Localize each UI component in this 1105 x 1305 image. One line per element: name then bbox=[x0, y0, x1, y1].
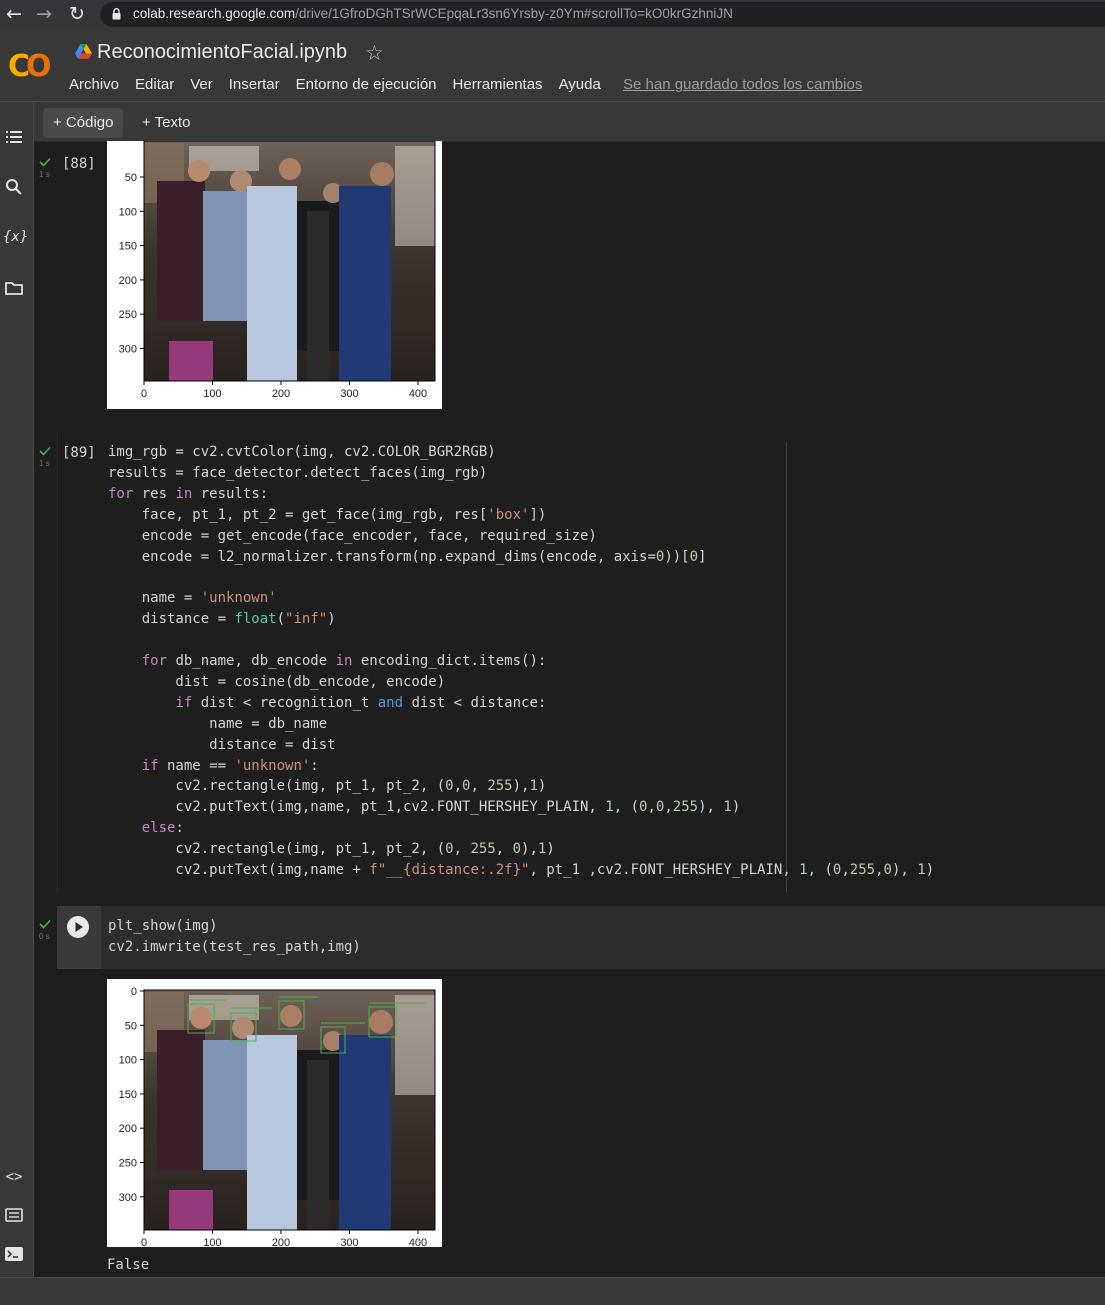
notebook-toolbar: + Código + Texto bbox=[34, 102, 1105, 142]
menu-entorno[interactable]: Entorno de ejecución bbox=[296, 76, 437, 93]
left-rail: {x} <> bbox=[0, 102, 34, 1277]
execution-count: [89] bbox=[62, 445, 96, 461]
x-tick-label: 0 bbox=[141, 388, 147, 400]
y-tick-label: 200 bbox=[119, 1123, 137, 1135]
check-icon bbox=[39, 157, 51, 167]
check-icon bbox=[39, 446, 51, 456]
files-icon[interactable] bbox=[3, 277, 25, 299]
code-line[interactable]: img_rgb = cv2.cvtColor(img, cv2.COLOR_BG… bbox=[108, 442, 496, 463]
code-line[interactable]: cv2.putText(img,name + f"__{distance:.2f… bbox=[108, 860, 934, 881]
code-line[interactable]: cv2.rectangle(img, pt_1, pt_2, (0, 255, … bbox=[108, 839, 554, 860]
add-text-button[interactable]: + Texto bbox=[132, 108, 201, 138]
notebook-title[interactable]: ReconocimientoFacial.ipynb bbox=[97, 41, 347, 64]
plot-image-detected: 0 50 100 150 200 250 300 0 100 200 300 400 bbox=[107, 979, 442, 1249]
photo-gift-bag bbox=[169, 341, 213, 381]
x-tick-label: 200 bbox=[272, 388, 290, 400]
url-host: colab.research.google.com bbox=[133, 6, 296, 21]
y-tick-label: 50 bbox=[125, 172, 137, 184]
add-code-button[interactable]: + Código bbox=[43, 108, 124, 138]
y-tick-label: 150 bbox=[119, 1089, 137, 1101]
code-line[interactable]: face, pt_1, pt_2 = get_face(img_rgb, res… bbox=[108, 505, 547, 526]
y-tick-label: 250 bbox=[119, 309, 137, 321]
y-tick-label: 300 bbox=[119, 1192, 137, 1204]
command-palette-icon[interactable] bbox=[3, 1204, 25, 1226]
menu-archivo[interactable]: Archivo bbox=[69, 76, 119, 93]
plot2-svg: 0 50 100 150 200 250 300 0 100 200 300 400 bbox=[119, 986, 436, 1249]
back-arrow-icon[interactable]: ← bbox=[3, 3, 25, 25]
forward-arrow-icon[interactable]: → bbox=[33, 3, 55, 25]
y-tick-label: 100 bbox=[119, 206, 137, 218]
photo-gift-bag bbox=[169, 1190, 213, 1230]
drive-icon[interactable] bbox=[75, 44, 92, 59]
photo-curtain bbox=[395, 146, 435, 246]
execution-count: [88] bbox=[62, 156, 96, 172]
menu-insertar[interactable]: Insertar bbox=[229, 76, 280, 93]
browser-bar: ← → ↻ colab.research.google.com/drive/1G… bbox=[0, 0, 1105, 29]
menu-ver[interactable]: Ver bbox=[190, 76, 213, 93]
menu-bar: Archivo Editar Ver Insertar Entorno de e… bbox=[69, 76, 617, 93]
search-icon[interactable] bbox=[3, 176, 25, 198]
photo-curtain bbox=[395, 995, 435, 1095]
terminal-icon[interactable] bbox=[3, 1243, 25, 1265]
code-line[interactable]: plt_show(img) bbox=[108, 916, 218, 937]
code-line[interactable]: results = face_detector.detect_faces(img… bbox=[108, 463, 487, 484]
plot-image-original: 50 100 150 200 250 300 0 100 200 300 400 bbox=[107, 140, 442, 409]
bottom-bar bbox=[0, 1277, 1105, 1305]
code-snippets-icon[interactable]: <> bbox=[3, 1166, 25, 1188]
code-line[interactable]: dist = cosine(db_encode, encode) bbox=[108, 672, 445, 693]
y-tick-label: 250 bbox=[119, 1158, 137, 1170]
variables-icon[interactable]: {x} bbox=[3, 226, 28, 248]
x-tick-label: 400 bbox=[409, 1237, 427, 1249]
code-line[interactable]: if dist < recognition_t and dist < dista… bbox=[108, 693, 546, 714]
x-tick-label: 100 bbox=[203, 1237, 221, 1249]
x-tick-label: 300 bbox=[340, 388, 358, 400]
code-line[interactable]: else: bbox=[108, 818, 184, 839]
code-line[interactable]: distance = dist bbox=[108, 735, 335, 756]
execution-time: 0 s bbox=[39, 932, 50, 941]
code-line[interactable]: name = db_name bbox=[108, 714, 327, 735]
code-line[interactable]: cv2.imwrite(test_res_path,img) bbox=[108, 937, 361, 958]
x-tick-label: 0 bbox=[141, 1237, 147, 1249]
execution-time: 1 s bbox=[39, 459, 50, 468]
code-line[interactable]: distance = float("inf") bbox=[108, 609, 336, 630]
menu-ayuda[interactable]: Ayuda bbox=[559, 76, 601, 93]
code-line[interactable]: encode = l2_normalizer.transform(np.expa… bbox=[108, 547, 707, 568]
y-tick-label: 100 bbox=[119, 1055, 137, 1067]
x-tick-label: 100 bbox=[203, 388, 221, 400]
cell-output-text: False bbox=[107, 1257, 150, 1273]
code-line[interactable]: name = 'unknown' bbox=[108, 588, 277, 609]
menu-herramientas[interactable]: Herramientas bbox=[453, 76, 543, 93]
y-tick-label: 50 bbox=[125, 1020, 137, 1032]
code-line[interactable]: encode = get_encode(face_encoder, face, … bbox=[108, 526, 597, 547]
y-tick-label: 200 bbox=[119, 275, 137, 287]
url-text: colab.research.google.com/drive/1GfroDGh… bbox=[133, 6, 733, 21]
y-tick-label: 150 bbox=[119, 241, 137, 253]
reload-icon[interactable]: ↻ bbox=[66, 3, 88, 25]
code-line[interactable]: if name == 'unknown': bbox=[108, 756, 319, 777]
x-tick-label: 300 bbox=[340, 1237, 358, 1249]
code-line[interactable]: for res in results: bbox=[108, 484, 268, 505]
toc-icon[interactable] bbox=[3, 126, 25, 148]
execution-time: 1 s bbox=[39, 170, 50, 179]
code-line[interactable]: for db_name, db_encode in encoding_dict.… bbox=[108, 651, 547, 672]
y-tick-label: 0 bbox=[131, 986, 137, 998]
y-tick-label: 300 bbox=[119, 344, 137, 356]
run-icon[interactable] bbox=[66, 915, 90, 939]
url-path: /drive/1GfroDGhTSrWCEpqaLr3sn6Yrsby-z0Ym… bbox=[295, 6, 733, 21]
line-length-ruler bbox=[786, 442, 787, 892]
lock-icon bbox=[112, 8, 121, 20]
saved-status[interactable]: Se han guardado todos los cambios bbox=[623, 76, 862, 93]
code-line[interactable]: cv2.rectangle(img, pt_1, pt_2, (0,0, 255… bbox=[108, 776, 546, 797]
colab-logo[interactable]: CO bbox=[8, 49, 51, 84]
address-bar[interactable]: colab.research.google.com/drive/1GfroDGh… bbox=[100, 2, 1105, 27]
x-tick-label: 400 bbox=[409, 388, 427, 400]
star-icon[interactable]: ☆ bbox=[365, 41, 384, 65]
menu-editar[interactable]: Editar bbox=[135, 76, 174, 93]
x-tick-label: 200 bbox=[272, 1237, 290, 1249]
colab-header: CO ReconocimientoFacial.ipynb ☆ Archivo … bbox=[0, 29, 1105, 102]
check-icon bbox=[39, 919, 51, 929]
code-line[interactable]: cv2.putText(img,name, pt_1,cv2.FONT_HERS… bbox=[108, 797, 740, 818]
plot1-svg: 50 100 150 200 250 300 0 100 200 300 400 bbox=[119, 140, 436, 400]
